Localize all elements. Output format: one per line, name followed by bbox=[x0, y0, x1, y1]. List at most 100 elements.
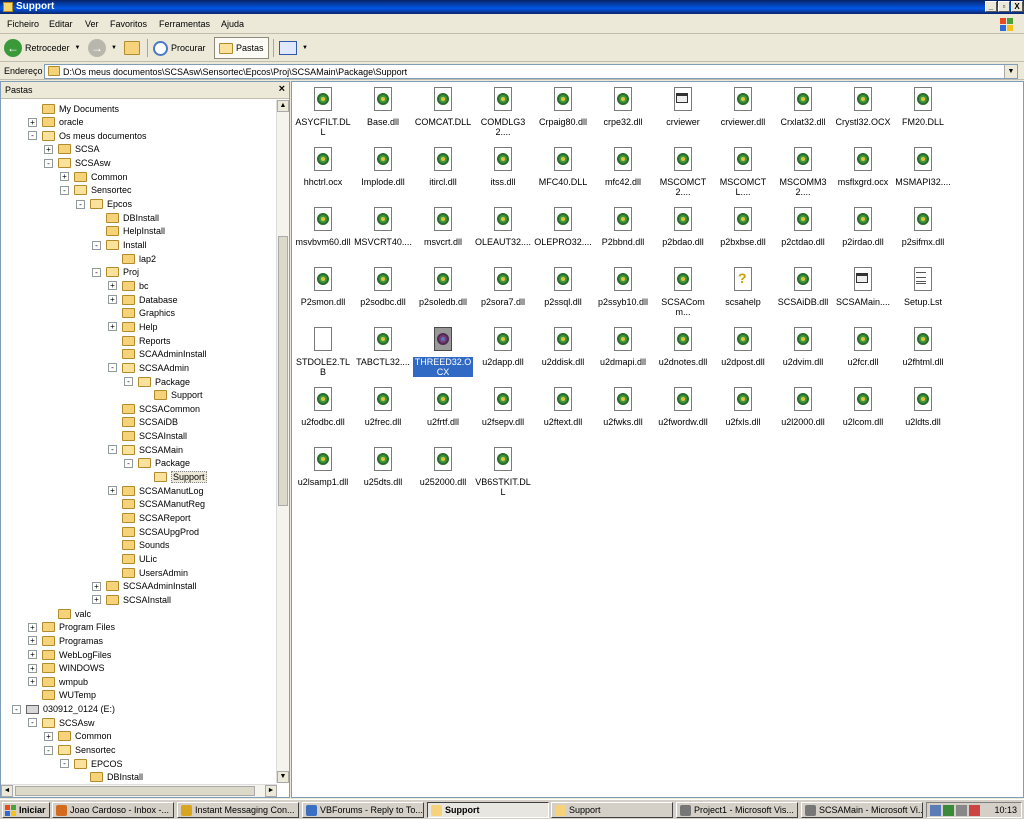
tree-item[interactable]: HelpInstall bbox=[106, 225, 165, 238]
file-item[interactable]: Implode.dll bbox=[353, 144, 413, 202]
collapse-icon[interactable]: - bbox=[124, 458, 133, 468]
expand-icon[interactable]: + bbox=[28, 663, 37, 673]
file-item[interactable]: u2ftext.dll bbox=[533, 384, 593, 442]
file-item[interactable]: u2fodbc.dll bbox=[293, 384, 353, 442]
tree-item[interactable]: - SCSAAdmin bbox=[108, 361, 189, 374]
collapse-icon[interactable]: - bbox=[108, 363, 117, 373]
tree-item[interactable]: - Sensortec bbox=[44, 744, 116, 757]
tree-item[interactable]: DBInstall bbox=[106, 211, 159, 224]
scroll-right-icon[interactable]: ► bbox=[265, 785, 277, 797]
tree-item[interactable]: lap2 bbox=[122, 252, 156, 265]
tree-item[interactable]: + Database bbox=[108, 293, 178, 306]
tree-item[interactable]: SCAAdminInstall bbox=[122, 348, 207, 361]
file-item[interactable]: MSCOMCT2.... bbox=[653, 144, 713, 202]
expand-icon[interactable]: + bbox=[44, 144, 53, 154]
file-item[interactable]: crpe32.dll bbox=[593, 84, 653, 142]
tree-item[interactable]: - 030912_0124 (E:) bbox=[12, 703, 115, 716]
file-item[interactable]: P2bbnd.dll bbox=[593, 204, 653, 262]
file-item[interactable]: p2sodbc.dll bbox=[353, 264, 413, 322]
file-item[interactable]: FM20.DLL bbox=[893, 84, 953, 142]
taskbar-button[interactable]: Project1 - Microsoft Vis... bbox=[676, 802, 798, 818]
scroll-down-icon[interactable]: ▼ bbox=[277, 771, 289, 783]
file-item[interactable]: Crystl32.OCX bbox=[833, 84, 893, 142]
file-item[interactable]: SCSAiDB.dll bbox=[773, 264, 833, 322]
file-item[interactable]: SCSAMain.... bbox=[833, 264, 893, 322]
tree-item[interactable]: + SCSAManutLog bbox=[108, 484, 204, 497]
network-icon[interactable] bbox=[930, 805, 941, 816]
taskbar-button[interactable]: SCSAMain - Microsoft Vi... bbox=[801, 802, 923, 818]
file-item[interactable]: u2lsamp1.dll bbox=[293, 444, 353, 502]
clock[interactable]: 10:13 bbox=[994, 805, 1017, 815]
tree-item[interactable]: Support bbox=[154, 389, 203, 402]
tree-item[interactable]: DBInstall bbox=[90, 771, 143, 783]
close-icon[interactable]: × bbox=[279, 83, 285, 95]
tree-item[interactable]: + SCSAAdminInstall bbox=[92, 580, 197, 593]
file-item[interactable]: COMCAT.DLL bbox=[413, 84, 473, 142]
file-item[interactable]: p2irdao.dll bbox=[833, 204, 893, 262]
expand-icon[interactable]: + bbox=[28, 622, 37, 632]
file-item[interactable]: itircl.dll bbox=[413, 144, 473, 202]
file-item[interactable]: u2fxls.dll bbox=[713, 384, 773, 442]
file-item[interactable]: u2fcr.dll bbox=[833, 324, 893, 382]
folders-button[interactable]: Pastas bbox=[214, 37, 269, 59]
file-item[interactable]: p2ctdao.dll bbox=[773, 204, 833, 262]
file-item[interactable]: p2soledb.dll bbox=[413, 264, 473, 322]
menu-ficheiro[interactable]: Ficheiro bbox=[7, 19, 39, 29]
collapse-icon[interactable]: - bbox=[124, 377, 133, 386]
file-item[interactable]: Crpaig80.dll bbox=[533, 84, 593, 142]
tree-item[interactable]: - Install bbox=[92, 239, 147, 252]
file-item[interactable]: p2sifmx.dll bbox=[893, 204, 953, 262]
tree-item[interactable]: valc bbox=[58, 607, 91, 620]
file-item[interactable]: itss.dll bbox=[473, 144, 533, 202]
menu-favoritos[interactable]: Favoritos bbox=[110, 19, 147, 29]
tree-item[interactable]: SCSAManutReg bbox=[122, 498, 205, 511]
file-item[interactable]: OLEPRO32.... bbox=[533, 204, 593, 262]
menu-ferramentas[interactable]: Ferramentas bbox=[159, 19, 210, 29]
expand-icon[interactable]: + bbox=[92, 595, 101, 605]
file-item[interactable]: u2lcom.dll bbox=[833, 384, 893, 442]
file-item[interactable]: msvbvm60.dll bbox=[293, 204, 353, 262]
taskbar-button[interactable]: Support bbox=[427, 802, 549, 818]
collapse-icon[interactable]: - bbox=[92, 267, 101, 277]
tree-item[interactable]: - Epcos bbox=[76, 198, 132, 211]
tree-item[interactable]: - Sensortec bbox=[60, 184, 132, 197]
expand-icon[interactable]: + bbox=[108, 281, 117, 291]
tree-item[interactable]: SCSAReport bbox=[122, 512, 191, 525]
tree-item[interactable]: + Help bbox=[108, 320, 158, 333]
file-item[interactable]: MSCOMM32.... bbox=[773, 144, 833, 202]
file-item[interactable]: MSMAPI32.... bbox=[893, 144, 953, 202]
taskbar-button[interactable]: Support bbox=[551, 802, 673, 818]
collapse-icon[interactable]: - bbox=[12, 704, 21, 714]
tree-item[interactable]: ULic bbox=[122, 552, 157, 565]
expand-icon[interactable]: + bbox=[108, 322, 117, 332]
taskbar-button[interactable]: Instant Messaging Con... bbox=[177, 802, 299, 818]
file-item[interactable]: p2ssql.dll bbox=[533, 264, 593, 322]
file-item[interactable]: u2fsepv.dll bbox=[473, 384, 533, 442]
scroll-left-icon[interactable]: ◄ bbox=[1, 785, 13, 797]
tree-item[interactable]: - SCSAsw bbox=[44, 157, 111, 170]
file-item[interactable]: COMDLG32.... bbox=[473, 84, 533, 142]
tree-item[interactable]: + Common bbox=[44, 730, 112, 743]
vc-icon[interactable] bbox=[943, 805, 954, 816]
tree-item[interactable]: + oracle bbox=[28, 116, 84, 129]
expand-icon[interactable]: + bbox=[92, 581, 101, 591]
taskbar-button[interactable]: VBForums - Reply to To... bbox=[302, 802, 424, 818]
file-item[interactable]: msvcrt.dll bbox=[413, 204, 473, 262]
address-dropdown-button[interactable]: ▼ bbox=[1004, 65, 1017, 78]
scrollbar-thumb[interactable] bbox=[278, 236, 288, 506]
tree-vertical-scrollbar[interactable]: ▲ ▼ bbox=[276, 100, 289, 783]
file-item[interactable]: TABCTL32.... bbox=[353, 324, 413, 382]
file-item[interactable]: MSVCRT40.... bbox=[353, 204, 413, 262]
file-item[interactable]: u2dmapi.dll bbox=[593, 324, 653, 382]
tree-item[interactable]: SCSAInstall bbox=[122, 430, 187, 443]
tree-item[interactable]: WUTemp bbox=[42, 689, 96, 702]
restore-button[interactable]: ▫ bbox=[998, 1, 1010, 12]
expand-icon[interactable]: + bbox=[28, 650, 37, 659]
collapse-icon[interactable]: - bbox=[44, 745, 53, 755]
file-item[interactable]: msflxgrd.ocx bbox=[833, 144, 893, 202]
minimize-button[interactable]: _ bbox=[985, 1, 997, 12]
file-item[interactable]: u2fwks.dll bbox=[593, 384, 653, 442]
file-item[interactable]: OLEAUT32.... bbox=[473, 204, 533, 262]
file-item[interactable]: p2sora7.dll bbox=[473, 264, 533, 322]
monitor-icon[interactable] bbox=[956, 805, 967, 816]
